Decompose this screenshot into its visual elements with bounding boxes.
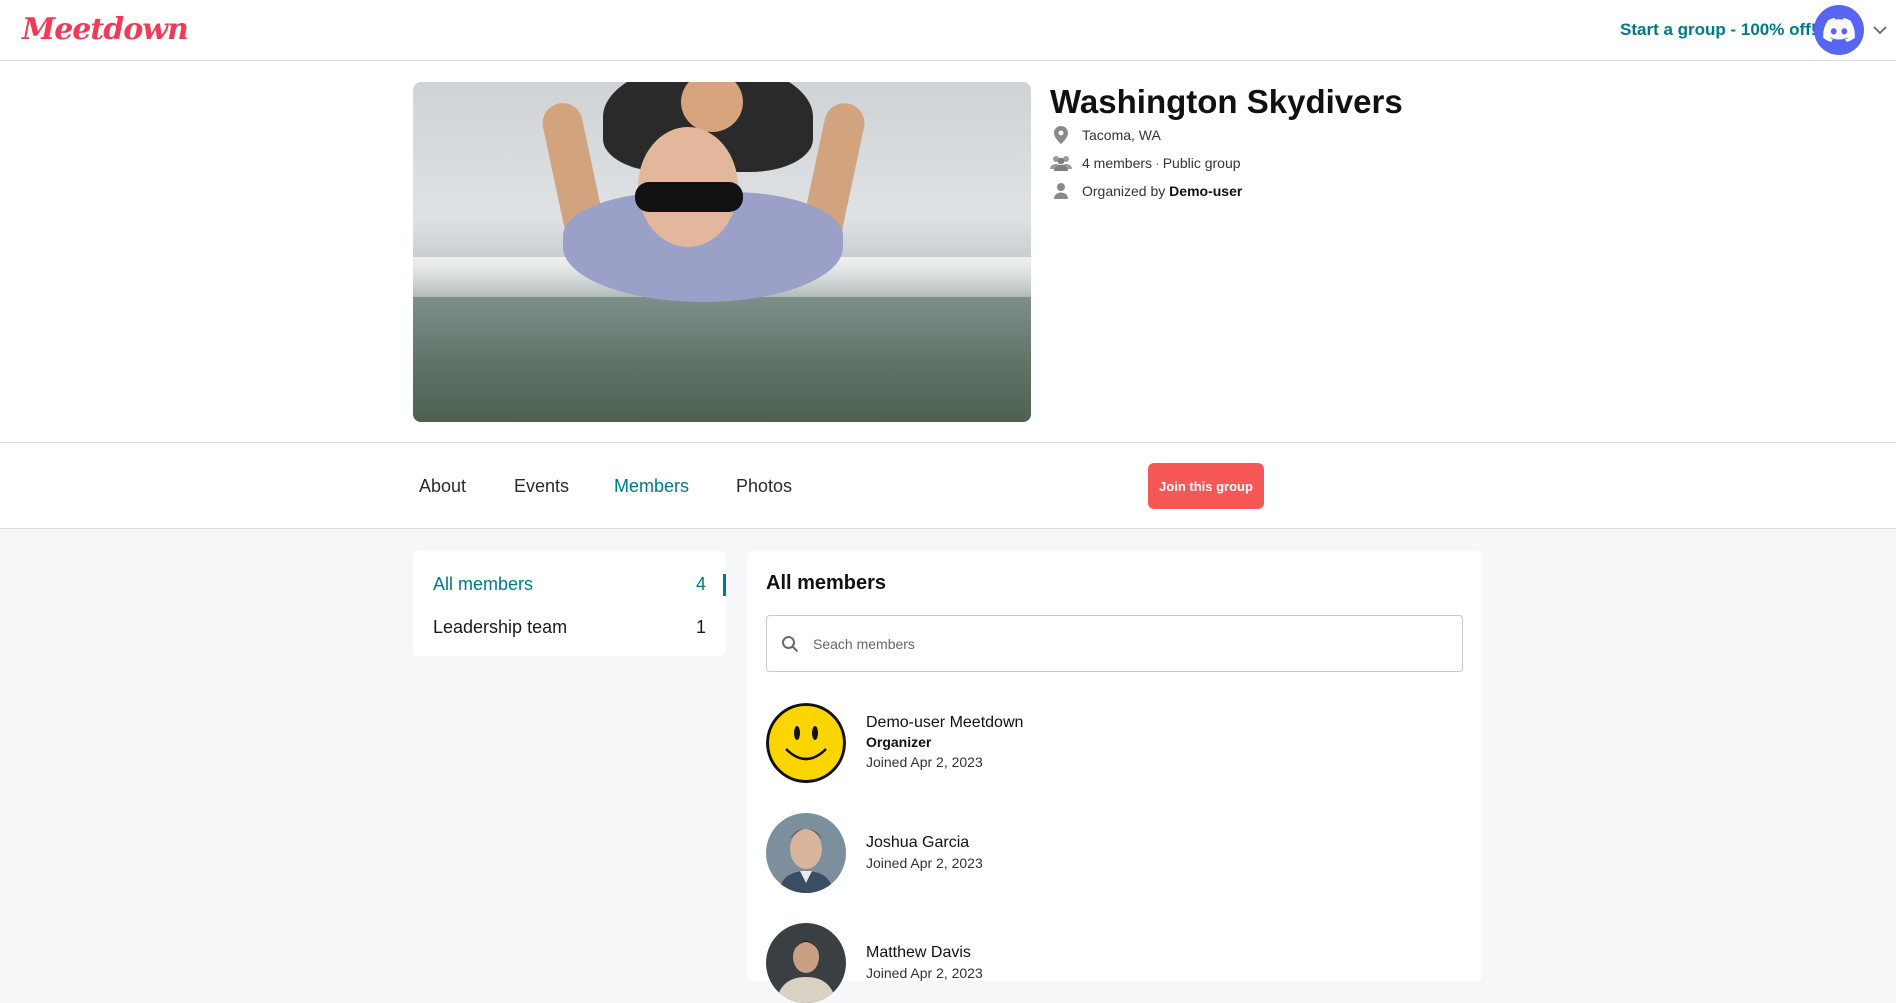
members-filter-sidebar: All members 4 Leadership team 1	[413, 551, 726, 656]
member-role: Organizer	[866, 734, 932, 750]
map-pin-icon	[1050, 125, 1072, 145]
filter-leadership-team[interactable]: Leadership team 1	[433, 611, 726, 643]
member-joined-date: Joined Apr 2, 2023	[866, 754, 983, 770]
tab-members[interactable]: Members	[614, 476, 689, 497]
user-avatar-button[interactable]	[1814, 5, 1864, 55]
chevron-down-icon[interactable]	[1872, 22, 1888, 38]
organized-by-label: Organized by	[1082, 183, 1166, 199]
group-organizer: Organized by Demo-user	[1050, 181, 1242, 201]
active-indicator	[723, 574, 726, 596]
filter-label: All members	[433, 573, 534, 594]
member-name[interactable]: Matthew Davis	[866, 943, 983, 963]
group-header: Washington Skydivers Tacoma, WA 4 member…	[0, 61, 1896, 443]
tab-events[interactable]: Events	[514, 476, 569, 497]
group-visibility-text: Public group	[1162, 155, 1241, 171]
member-name[interactable]: Joshua Garcia	[866, 833, 983, 853]
filter-count: 1	[695, 616, 706, 637]
member-search-input[interactable]	[811, 622, 1462, 665]
search-icon	[781, 635, 803, 653]
group-tab-bar: About Events Members Photos Join this gr…	[0, 443, 1896, 529]
member-avatar[interactable]	[766, 813, 846, 893]
member-joined-date: Joined Apr 2, 2023	[866, 855, 983, 871]
filter-count: 4	[695, 573, 706, 594]
member-avatar[interactable]	[766, 703, 846, 783]
meetdown-logo[interactable]: Meetdown	[22, 12, 189, 47]
group-location: Tacoma, WA	[1050, 125, 1161, 145]
member-search-box[interactable]	[766, 615, 1463, 672]
member-info: Joshua Garcia Joined Apr 2, 2023	[866, 833, 983, 873]
join-group-button[interactable]: Join this group	[1148, 463, 1264, 509]
separator-dot: ·	[1155, 155, 1160, 171]
members-count-text[interactable]: 4 members	[1082, 155, 1152, 171]
members-panel-title: All members	[766, 572, 887, 594]
person-icon	[1050, 181, 1072, 201]
members-icon	[1050, 153, 1072, 173]
group-title: Washington Skydivers	[1050, 83, 1403, 120]
start-group-link[interactable]: Start a group - 100% off!	[1620, 20, 1816, 40]
group-members-summary: 4 members · Public group	[1050, 153, 1241, 173]
member-name[interactable]: Demo-user Meetdown	[866, 713, 1023, 733]
tab-about[interactable]: About	[419, 476, 466, 497]
members-panel: All members Demo-user Meetdown Organizer…	[747, 551, 1482, 1003]
member-list-item[interactable]: Matthew Davis Joined Apr 2, 2023	[766, 923, 1456, 1003]
member-info: Matthew Davis Joined Apr 2, 2023	[866, 943, 983, 983]
member-list-item[interactable]: Joshua Garcia Joined Apr 2, 2023	[766, 813, 1456, 893]
top-navigation-bar: Meetdown Start a group - 100% off!	[0, 0, 1896, 61]
tab-photos[interactable]: Photos	[736, 476, 792, 497]
group-cover-photo	[413, 82, 1031, 422]
member-avatar[interactable]	[766, 923, 846, 1003]
member-joined-date: Joined Apr 2, 2023	[866, 965, 983, 981]
member-info: Demo-user Meetdown Organizer Joined Apr …	[866, 713, 1023, 772]
discord-icon	[1823, 18, 1855, 42]
filter-all-members[interactable]: All members 4	[433, 568, 726, 600]
location-text: Tacoma, WA	[1082, 127, 1161, 143]
filter-label: Leadership team	[433, 616, 568, 637]
organizer-name[interactable]: Demo-user	[1169, 183, 1242, 199]
member-list-item[interactable]: Demo-user Meetdown Organizer Joined Apr …	[766, 703, 1456, 783]
